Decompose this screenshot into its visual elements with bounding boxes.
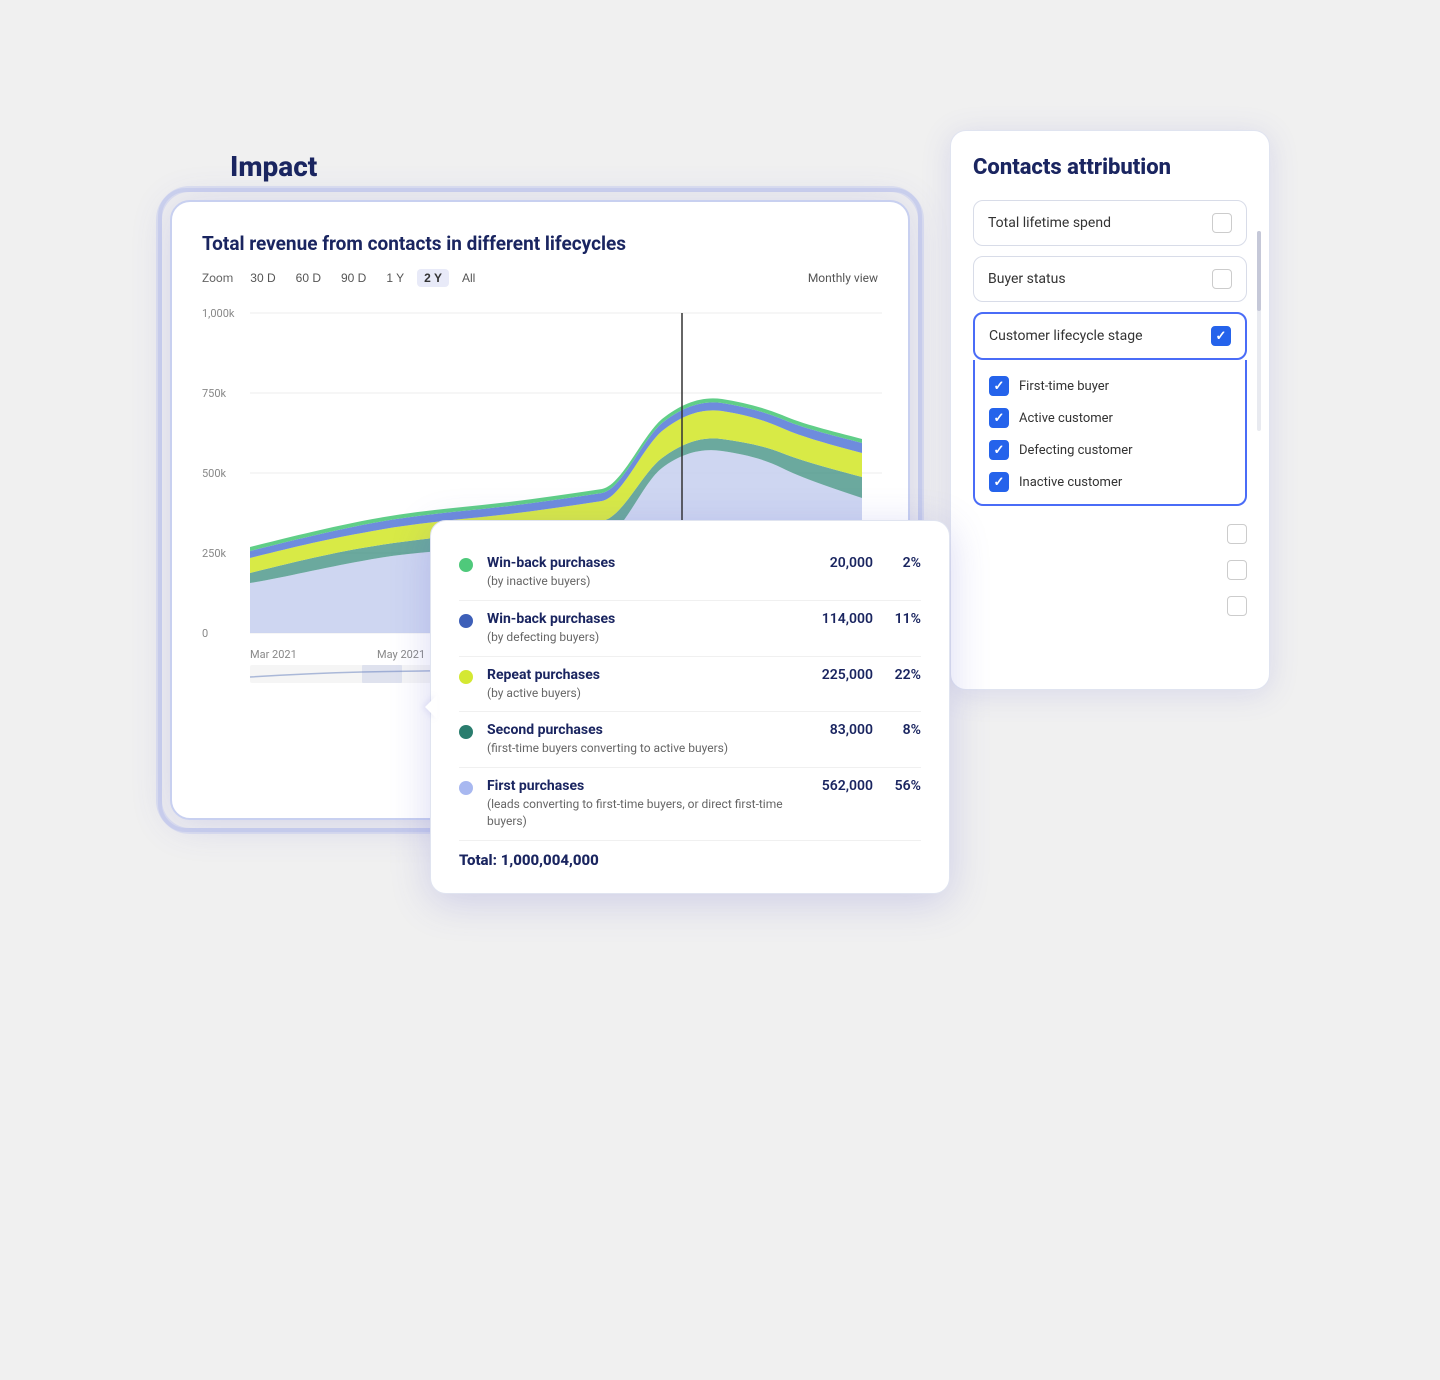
tooltip-dot-1 <box>459 558 473 572</box>
zoom-30d-button[interactable]: 30 D <box>243 269 282 287</box>
zoom-1y-button[interactable]: 1 Y <box>379 269 411 287</box>
attr-lifecycle-stage[interactable]: Customer lifecycle stage <box>973 312 1247 360</box>
attr-total-lifetime-checkbox[interactable] <box>1212 213 1232 233</box>
tooltip-content-1: Win-back purchases (by inactive buyers) <box>487 555 799 590</box>
svg-text:500k: 500k <box>202 467 227 480</box>
zoom-all-button[interactable]: All <box>455 269 482 287</box>
tooltip-total: Total: 1,000,004,000 <box>459 841 921 869</box>
tooltip-name-5: First purchases <box>487 778 799 794</box>
tooltip-dot-5 <box>459 781 473 795</box>
svg-text:0: 0 <box>202 627 208 640</box>
sub-defecting-checkbox[interactable] <box>989 440 1009 460</box>
tooltip-content-2: Win-back purchases (by defecting buyers) <box>487 611 799 646</box>
tooltip-sub-5: (leads converting to first-time buyers, … <box>487 796 799 830</box>
tooltip-pct-1: 2% <box>889 555 921 571</box>
sub-active-checkbox[interactable] <box>989 408 1009 428</box>
sub-active-label: Active customer <box>1019 411 1113 426</box>
tooltip-name-1: Win-back purchases <box>487 555 799 571</box>
zoom-label: Zoom <box>202 271 233 285</box>
chart-controls: Zoom 30 D 60 D 90 D 1 Y 2 Y All Monthly … <box>202 269 878 287</box>
mini-chart-handle[interactable] <box>362 665 402 683</box>
tooltip-amount-2: 114,000 <box>813 611 873 627</box>
tooltip-name-3: Repeat purchases <box>487 667 799 683</box>
tooltip-sub-4: (first-time buyers converting to active … <box>487 740 799 757</box>
sub-inactive-label: Inactive customer <box>1019 475 1122 490</box>
tooltip-values-2: 114,000 11% <box>813 611 921 627</box>
extra-checkbox-3[interactable] <box>1227 596 1247 616</box>
tooltip-row-1: Win-back purchases (by inactive buyers) … <box>459 545 921 601</box>
tooltip-dot-2 <box>459 614 473 628</box>
sub-defecting-label: Defecting customer <box>1019 443 1133 458</box>
tooltip-dot-4 <box>459 725 473 739</box>
scroll-indicator <box>1257 231 1261 431</box>
sub-inactive-checkbox[interactable] <box>989 472 1009 492</box>
tooltip-amount-5: 562,000 <box>813 778 873 794</box>
impact-label: Impact <box>230 150 317 183</box>
extra-checkbox-1[interactable] <box>1227 524 1247 544</box>
tooltip-content-3: Repeat purchases (by active buyers) <box>487 667 799 702</box>
tooltip-popup: Win-back purchases (by inactive buyers) … <box>430 520 950 894</box>
svg-text:May 2021: May 2021 <box>377 648 425 661</box>
svg-text:750k: 750k <box>202 387 227 400</box>
attr-buyer-status[interactable]: Buyer status <box>973 256 1247 302</box>
chart-title: Total revenue from contacts in different… <box>202 232 878 255</box>
svg-text:Mar 2021: Mar 2021 <box>250 648 297 661</box>
attribution-title: Contacts attribution <box>973 155 1247 180</box>
sub-active-customer[interactable]: Active customer <box>989 402 1231 434</box>
tooltip-pct-4: 8% <box>889 722 921 738</box>
tooltip-name-2: Win-back purchases <box>487 611 799 627</box>
zoom-60d-button[interactable]: 60 D <box>289 269 328 287</box>
tooltip-amount-1: 20,000 <box>813 555 873 571</box>
tooltip-sub-3: (by active buyers) <box>487 685 799 702</box>
attr-total-lifetime-spend[interactable]: Total lifetime spend <box>973 200 1247 246</box>
tooltip-content-5: First purchases (leads converting to fir… <box>487 778 799 830</box>
extra-checkbox-2[interactable] <box>1227 560 1247 580</box>
tooltip-sub-1: (by inactive buyers) <box>487 573 799 590</box>
tooltip-values-5: 562,000 56% <box>813 778 921 794</box>
tooltip-dot-3 <box>459 670 473 684</box>
tooltip-content-4: Second purchases (first-time buyers conv… <box>487 722 799 757</box>
monthly-view-label: Monthly view <box>808 271 878 285</box>
sub-defecting-customer[interactable]: Defecting customer <box>989 434 1231 466</box>
tooltip-values-3: 225,000 22% <box>813 667 921 683</box>
tooltip-values-4: 83,000 8% <box>813 722 921 738</box>
tooltip-row-5: First purchases (leads converting to fir… <box>459 768 921 841</box>
tooltip-row-2: Win-back purchases (by defecting buyers)… <box>459 601 921 657</box>
attr-buyer-status-label: Buyer status <box>988 271 1066 287</box>
scroll-thumb[interactable] <box>1257 231 1261 311</box>
tooltip-pct-5: 56% <box>889 778 921 794</box>
zoom-2y-button[interactable]: 2 Y <box>417 269 449 287</box>
tooltip-amount-3: 225,000 <box>813 667 873 683</box>
sub-inactive-customer[interactable]: Inactive customer <box>989 466 1231 498</box>
tooltip-pct-2: 11% <box>889 611 921 627</box>
tooltip-sub-2: (by defecting buyers) <box>487 629 799 646</box>
svg-text:250k: 250k <box>202 547 227 560</box>
svg-text:1,000k: 1,000k <box>202 307 235 320</box>
tooltip-name-4: Second purchases <box>487 722 799 738</box>
attr-buyer-status-checkbox[interactable] <box>1212 269 1232 289</box>
tooltip-values-1: 20,000 2% <box>813 555 921 571</box>
attr-lifecycle-label: Customer lifecycle stage <box>989 328 1143 344</box>
zoom-90d-button[interactable]: 90 D <box>334 269 373 287</box>
sub-first-time-label: First-time buyer <box>1019 379 1109 394</box>
attribution-panel: Contacts attribution Total lifetime spen… <box>950 130 1270 690</box>
attr-total-lifetime-label: Total lifetime spend <box>988 215 1111 231</box>
sub-items-container: First-time buyer Active customer Defecti… <box>973 360 1247 506</box>
sub-first-time-checkbox[interactable] <box>989 376 1009 396</box>
tooltip-pct-3: 22% <box>889 667 921 683</box>
tooltip-amount-4: 83,000 <box>813 722 873 738</box>
sub-first-time-buyer[interactable]: First-time buyer <box>989 370 1231 402</box>
tooltip-row-3: Repeat purchases (by active buyers) 225,… <box>459 657 921 713</box>
attr-lifecycle-checkbox[interactable] <box>1211 326 1231 346</box>
tooltip-row-4: Second purchases (first-time buyers conv… <box>459 712 921 768</box>
